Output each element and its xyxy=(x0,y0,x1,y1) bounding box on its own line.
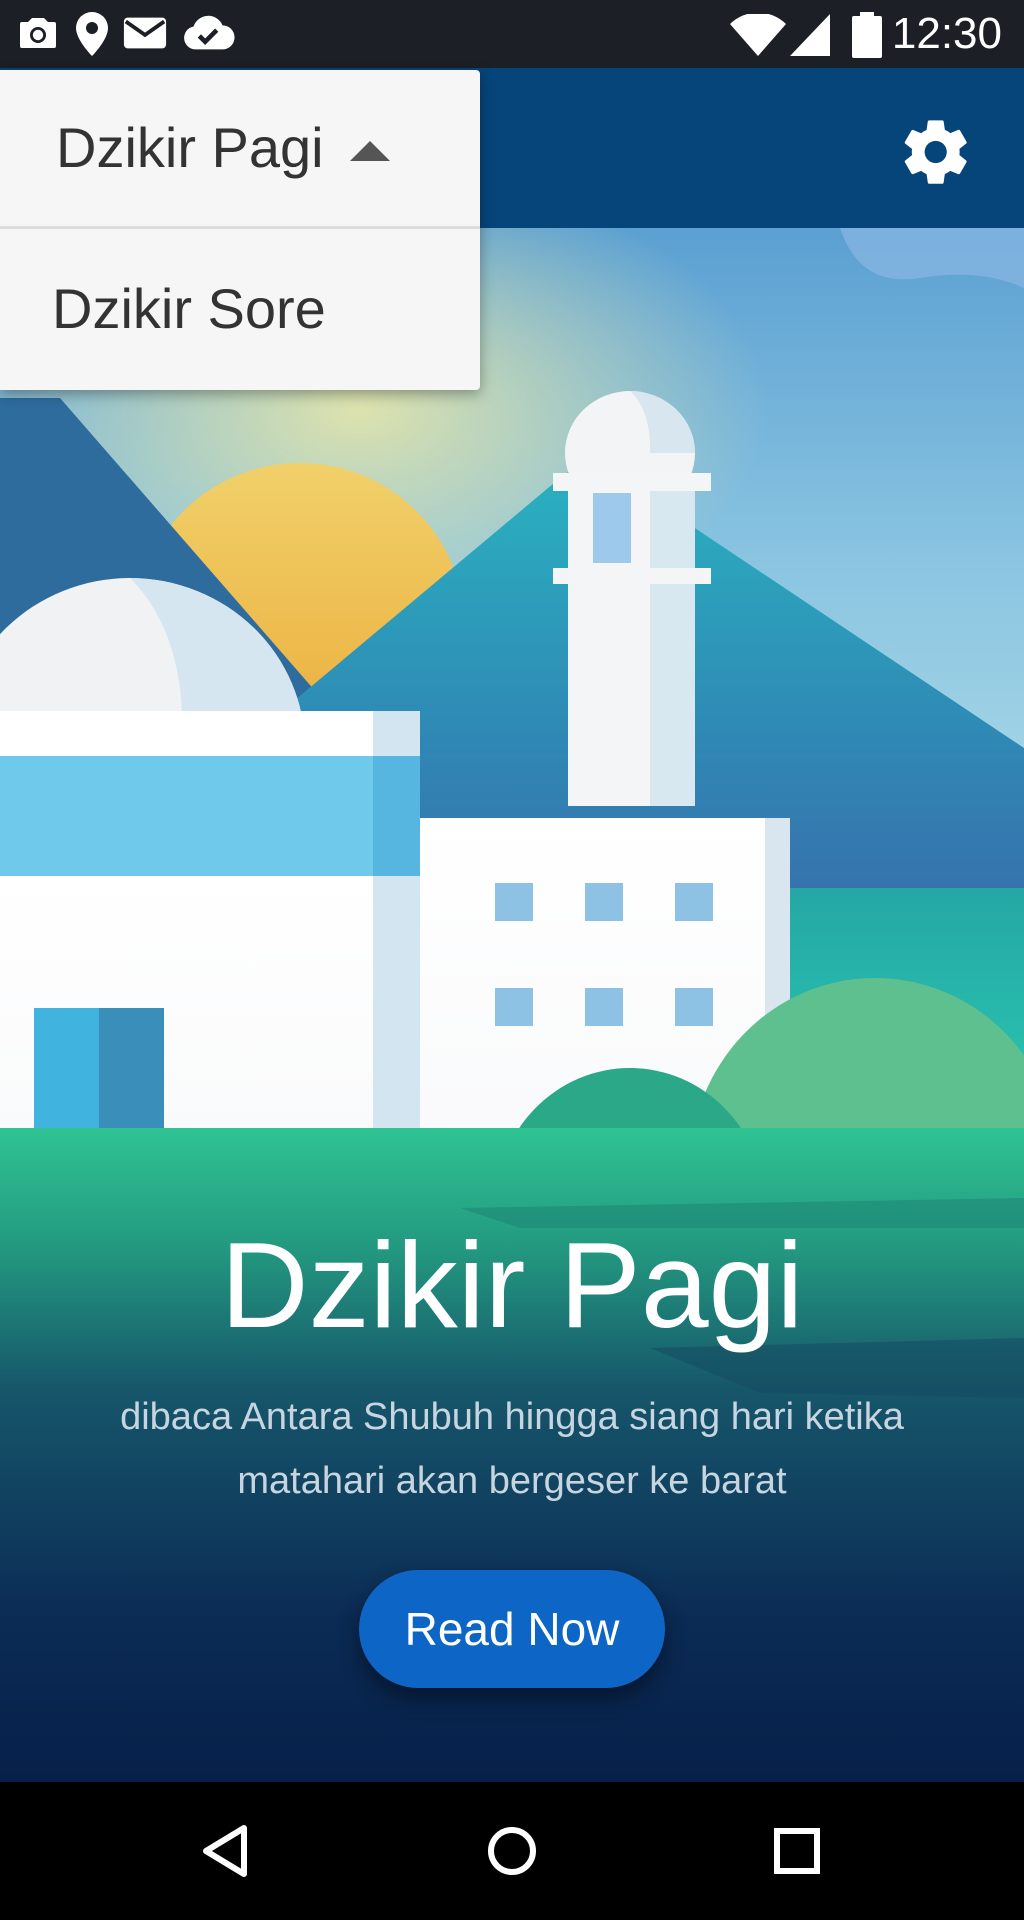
back-icon[interactable] xyxy=(192,1816,262,1886)
gear-icon xyxy=(904,120,967,184)
navigation-bar xyxy=(0,1782,1024,1920)
cloud-check-icon xyxy=(184,15,235,50)
home-icon[interactable] xyxy=(477,1816,547,1886)
hero-description: dibaca Antara Shubuh hingga siang hari k… xyxy=(120,1396,904,1502)
dzikir-dropdown-menu: Dzikir Pagi Dzikir Sore xyxy=(0,70,480,390)
mosque-illustration xyxy=(0,228,1024,1782)
clock: 12:30 xyxy=(891,9,1002,58)
dropdown-selected-label: Dzikir Pagi xyxy=(56,116,324,179)
dropdown-option-label: Dzikir Sore xyxy=(52,277,326,340)
settings-button[interactable] xyxy=(898,114,974,190)
hero-title: Dzikir Pagi xyxy=(220,1217,804,1353)
signal-icon xyxy=(790,14,830,56)
recents-icon[interactable] xyxy=(762,1816,832,1886)
mail-icon xyxy=(123,17,167,49)
camera-icon xyxy=(20,18,56,48)
status-bar: 12:30 xyxy=(0,0,1024,68)
caret-up-icon xyxy=(350,141,390,161)
read-now-button[interactable]: Read Now xyxy=(359,1570,665,1688)
dropdown-option-dzikir-sore[interactable]: Dzikir Sore xyxy=(0,229,480,390)
wifi-icon xyxy=(730,14,786,56)
location-pin-icon xyxy=(76,12,108,56)
battery-icon xyxy=(852,12,882,58)
dropdown-selected-item[interactable]: Dzikir Pagi xyxy=(0,70,480,229)
